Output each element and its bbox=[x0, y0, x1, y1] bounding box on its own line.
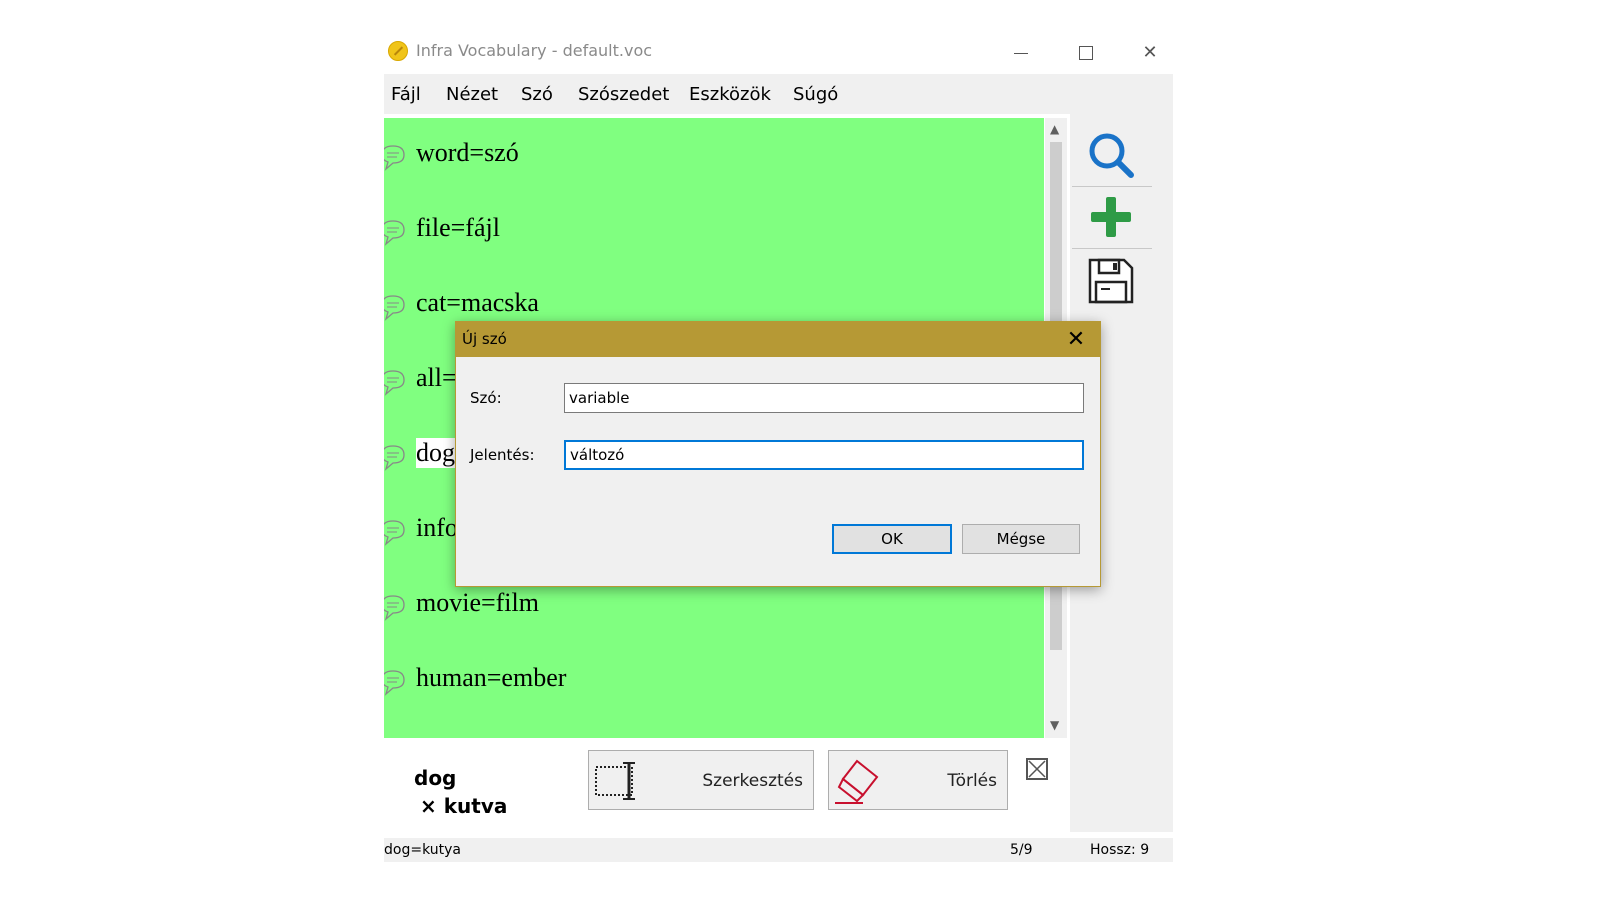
menu-szo[interactable]: Szó bbox=[521, 84, 553, 105]
current-word: dog bbox=[414, 766, 457, 790]
current-word-panel: dog × kutva Szerkesztés Törlés bbox=[384, 738, 1070, 832]
scroll-up-icon[interactable]: ▲ bbox=[1050, 122, 1059, 136]
speech-bubble-icon bbox=[384, 595, 405, 621]
current-meaning: × kutva bbox=[420, 794, 508, 818]
eraser-icon bbox=[835, 759, 879, 804]
close-panel-button[interactable] bbox=[1026, 758, 1048, 780]
status-length: Hossz: 9 bbox=[1090, 842, 1150, 858]
speech-bubble-icon bbox=[384, 670, 405, 696]
list-item-text: cat=macska bbox=[416, 288, 539, 317]
edit-button-label: Szerkesztés bbox=[702, 771, 803, 791]
toolbar-divider bbox=[1072, 186, 1152, 187]
new-word-dialog: Új szó ✕ Szó: Jelentés: OK Mégse bbox=[455, 321, 1101, 587]
speech-bubble-icon bbox=[384, 145, 405, 171]
list-item-text: info bbox=[416, 513, 458, 542]
list-item-text: dog bbox=[416, 438, 455, 468]
scroll-down-icon[interactable]: ▼ bbox=[1050, 718, 1059, 732]
dialog-title-bar: Új szó ✕ bbox=[456, 322, 1100, 357]
menu-fajl[interactable]: Fájl bbox=[391, 84, 421, 105]
dialog-close-button[interactable]: ✕ bbox=[1062, 326, 1090, 354]
list-item-text: human=ember bbox=[416, 663, 567, 692]
meaning-label: Jelentés: bbox=[470, 446, 535, 464]
speech-bubble-icon bbox=[384, 220, 405, 246]
speech-bubble-icon bbox=[384, 445, 405, 471]
close-icon: ✕ bbox=[1066, 327, 1086, 352]
toolbar-divider bbox=[1072, 248, 1152, 249]
status-bar: dog=kutya 5/9 Hossz: 9 bbox=[384, 838, 1173, 862]
cancel-button[interactable]: Mégse bbox=[962, 524, 1080, 554]
ok-button[interactable]: OK bbox=[832, 524, 952, 554]
floppy-disk-icon[interactable] bbox=[1086, 256, 1136, 306]
word-input[interactable] bbox=[564, 383, 1084, 413]
list-item-text: all= bbox=[416, 363, 457, 392]
list-item-text: word=szó bbox=[416, 138, 519, 167]
maximize-button[interactable] bbox=[1060, 36, 1110, 70]
speech-bubble-icon bbox=[384, 370, 405, 396]
menu-bar: Fájl Nézet Szó Szószedet Eszközök Súgó bbox=[384, 74, 1173, 114]
close-button[interactable]: ✕ bbox=[1125, 36, 1175, 70]
minimize-button[interactable] bbox=[995, 36, 1045, 70]
dialog-title: Új szó bbox=[462, 330, 507, 348]
plus-icon[interactable] bbox=[1086, 192, 1136, 242]
list-item-text: movie=film bbox=[416, 588, 539, 617]
status-entry: dog=kutya bbox=[384, 842, 461, 858]
word-label: Szó: bbox=[470, 389, 502, 407]
list-item-text: file=fájl bbox=[416, 213, 500, 242]
menu-sugo[interactable]: Súgó bbox=[793, 84, 838, 105]
close-box-icon bbox=[1028, 760, 1046, 778]
app-logo-icon bbox=[388, 41, 408, 61]
speech-bubble-icon bbox=[384, 295, 405, 321]
edit-button[interactable]: Szerkesztés bbox=[588, 750, 814, 810]
menu-eszkozok[interactable]: Eszközök bbox=[689, 84, 771, 105]
search-icon[interactable] bbox=[1086, 130, 1136, 180]
delete-button[interactable]: Törlés bbox=[828, 750, 1008, 810]
minimize-icon bbox=[1014, 53, 1028, 54]
title-bar: Infra Vocabulary - default.voc ✕ bbox=[384, 32, 1173, 74]
window-title: Infra Vocabulary - default.voc bbox=[416, 41, 653, 60]
status-position: 5/9 bbox=[1010, 842, 1033, 858]
menu-szoszedet[interactable]: Szószedet bbox=[578, 84, 669, 105]
speech-bubble-icon bbox=[384, 520, 405, 546]
delete-button-label: Törlés bbox=[947, 771, 997, 791]
menu-nezet[interactable]: Nézet bbox=[446, 84, 498, 105]
maximize-icon bbox=[1079, 46, 1093, 60]
text-cursor-icon bbox=[595, 762, 635, 800]
close-icon: ✕ bbox=[1142, 42, 1158, 63]
meaning-input[interactable] bbox=[564, 440, 1084, 470]
